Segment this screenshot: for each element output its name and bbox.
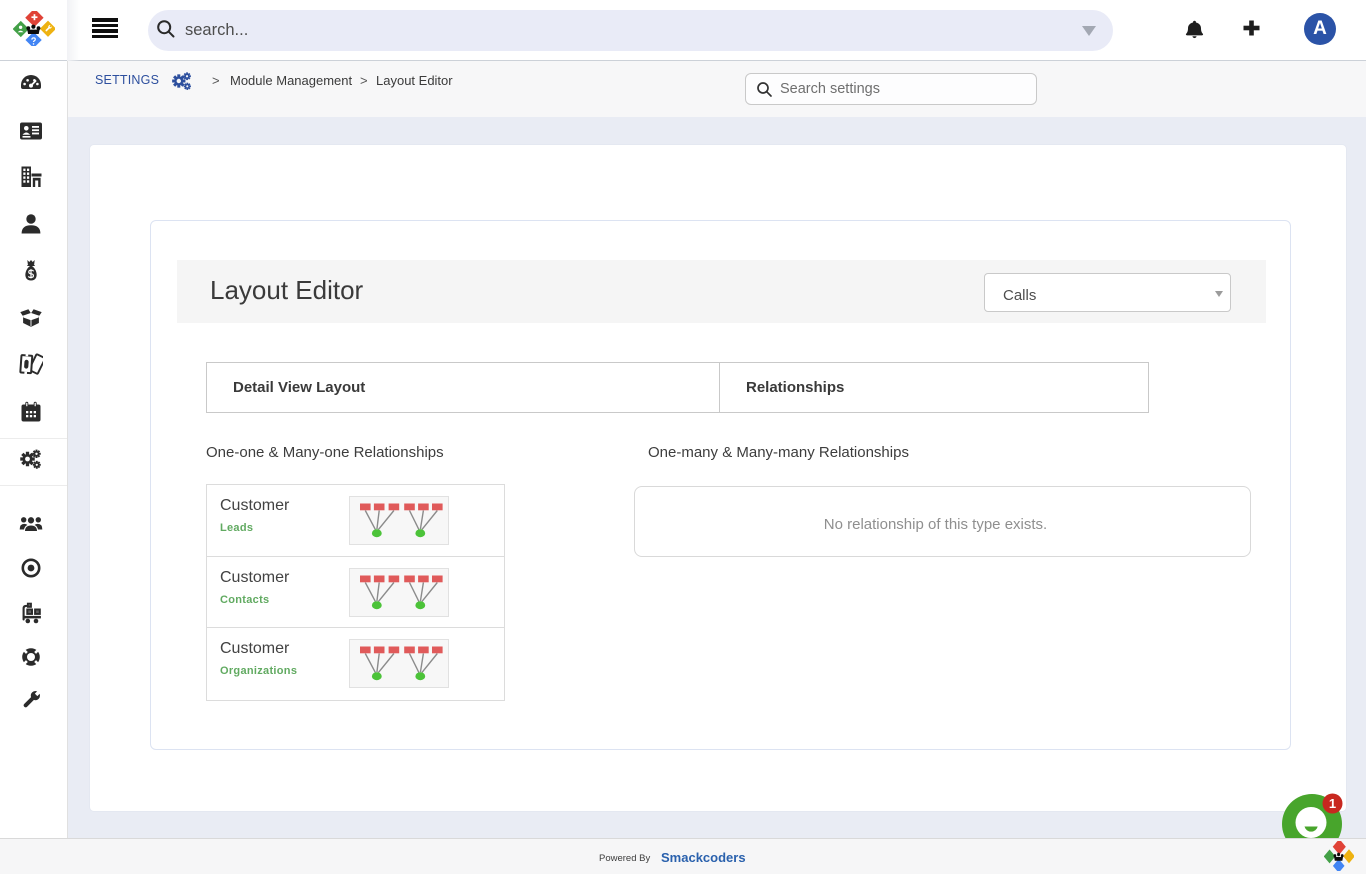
svg-text:1: 1 [1329, 796, 1336, 811]
